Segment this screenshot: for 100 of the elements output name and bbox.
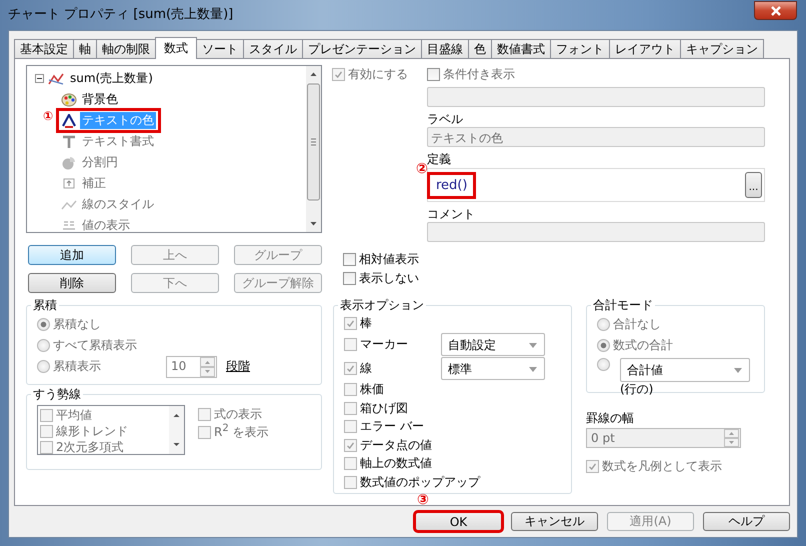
tab[interactable]: レイアウト [609,39,681,58]
checkmark-icon [345,363,356,374]
steps-label: 段階 [226,358,250,375]
radio-button[interactable] [597,358,610,371]
checkbox[interactable] [344,457,357,470]
text-format-icon [61,134,77,148]
dialog-button[interactable]: ヘルプ [703,512,790,531]
checkbox-label: 軸上の数式値 [360,455,432,472]
dropdown[interactable]: 標準 [441,357,545,380]
caret-icon [529,343,537,348]
checkbox-label: データ点の値 [360,436,432,454]
tab[interactable]: 軸 [73,39,97,58]
definition-value: red() [436,178,468,192]
tree-item-label[interactable]: sum(売上数量) [68,70,155,87]
tree-item[interactable]: ① テキストの色 [27,110,306,131]
checkbox-label: 線 [360,360,372,377]
checkbox[interactable] [344,316,357,330]
checkbox[interactable] [343,272,356,284]
callout-number: ③ [417,493,429,507]
checkbox-label: 数式値のポップアップ [360,474,480,491]
caret-icon [529,367,537,372]
checkbox[interactable] [332,68,345,80]
checkbox-label: エラー バー [360,418,424,436]
tree-action-button[interactable]: 追加 [28,245,116,265]
checkbox-label: 線形トレンド [56,422,128,440]
vertical-scrollbar[interactable] [169,406,184,454]
checkbox[interactable] [40,408,53,422]
checkbox[interactable] [344,438,357,452]
dialog-button[interactable]: OK [415,512,502,531]
comment-field[interactable] [427,222,765,242]
spin-arrows-icon[interactable] [200,356,215,376]
window-title: チャート プロパティ [sum(売上数量)] [8,6,234,23]
checkbox-label: 2次元多項式 [56,438,124,454]
checkbox-label: マーカー [360,336,408,353]
tab[interactable]: 数値書式 [491,39,551,58]
checkbox[interactable] [40,440,53,454]
group-title: 表示オプション [339,297,425,314]
condition-field[interactable] [427,87,765,107]
tab[interactable]: プレゼンテーション [302,39,422,58]
close-button[interactable] [754,1,797,20]
checkbox-label: 平均値 [56,406,92,424]
dialog-button[interactable]: キャンセル [511,512,598,531]
tree-item-label[interactable]: 背景色 [80,91,120,108]
group-title: 合計モード [592,297,654,314]
tree-item[interactable]: 背景色 [27,89,306,110]
radio-button[interactable] [37,318,50,331]
tab[interactable]: 目盛線 [421,39,469,58]
tree-action-button[interactable]: 削除 [28,273,116,293]
field-label: ラベル [427,112,464,127]
checkbox[interactable] [344,420,357,434]
radio-button[interactable] [597,339,610,352]
label-field[interactable]: テキストの色 [427,127,765,147]
checkbox-label: R$^{2}$ を表示 [214,423,269,441]
adjust-icon [61,176,77,190]
radio-button[interactable] [597,318,610,331]
checkbox-label: 株価 [360,381,384,398]
radio-button[interactable] [37,339,50,352]
checkbox[interactable] [344,362,357,375]
tab[interactable]: スタイル [243,39,303,58]
radio-label: 累積表示 [53,358,101,375]
checkbox[interactable] [344,402,357,415]
checkbox[interactable] [586,460,599,472]
checkbox[interactable] [198,408,211,420]
checkbox-label: 箱ひげ図 [360,400,408,417]
tab[interactable]: 色 [468,39,492,58]
callout-number: ① [43,110,54,122]
tab[interactable]: ソート [196,39,244,58]
field-label: 罫線の幅 [586,411,635,426]
checkbox[interactable] [427,68,440,80]
checkbox[interactable] [40,424,53,438]
tab[interactable]: フォント [550,39,610,58]
tab[interactable]: 基本設定 [14,39,74,58]
tab[interactable]: 軸の制限 [96,39,156,58]
vertical-scrollbar[interactable] [306,66,321,232]
dropdown[interactable]: 自動設定 [441,333,545,356]
group-title: すう勢線 [32,386,82,403]
dropdown-caption: (行の) [620,382,654,396]
tab[interactable]: 数式 [155,37,197,59]
dropdown[interactable]: 合計値 [620,358,750,382]
value-icon [61,218,77,232]
tab[interactable]: キャプション [680,39,764,58]
radio-label: 合計なし [613,316,661,333]
checkbox-label: 相対値表示 [359,250,419,268]
group-title: 累積 [32,297,58,314]
steps-spinner[interactable]: 10 [166,356,217,378]
radio-button[interactable] [37,360,50,373]
checkbox-label: 条件付き表示 [443,66,515,82]
edit-expression-button[interactable]: ... [745,172,762,198]
collapse-icon[interactable] [35,74,44,83]
field-label: 定義 [427,152,452,167]
checkbox-label: 有効にする [348,66,408,82]
checkbox[interactable] [343,252,356,266]
checkbox[interactable] [344,383,357,396]
spin-arrows-icon[interactable] [724,429,739,447]
checkbox[interactable] [198,426,211,438]
line-width-spinner[interactable]: 0 pt [586,428,741,448]
radio-label: 累積なし [53,316,101,333]
radio-label: 数式の合計 [613,337,673,354]
checkbox[interactable] [344,338,357,351]
checkbox[interactable] [344,476,357,489]
